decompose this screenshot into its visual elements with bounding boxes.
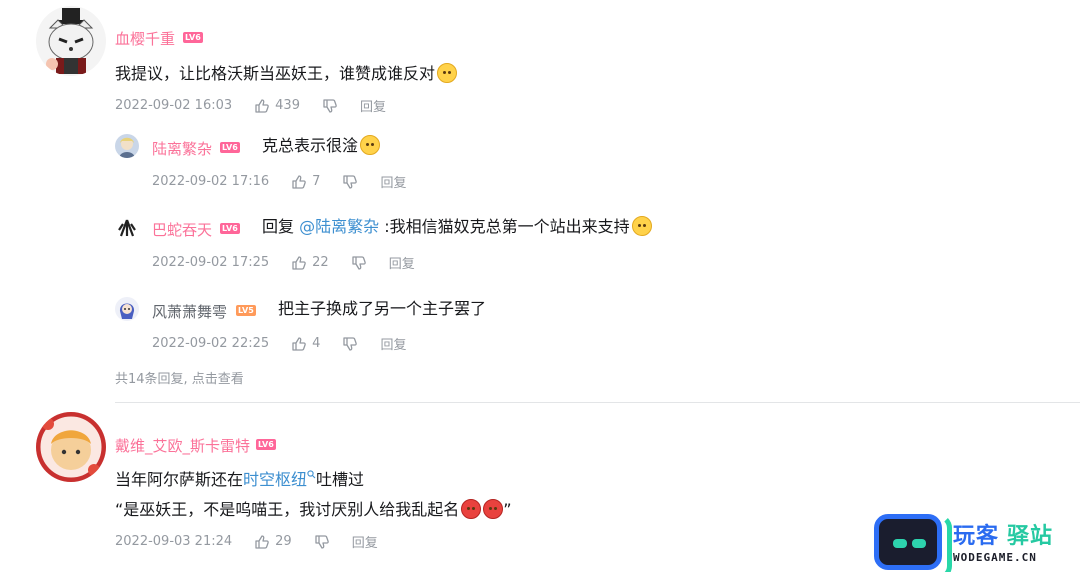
thumb-up-icon (292, 174, 306, 189)
anime-avatar-icon (115, 297, 139, 321)
reply-text: 回复 @陆离繁杂 :我相信猫奴克总第一个站出来支持 (262, 215, 652, 239)
comment-text: 当年阿尔萨斯还在时空枢纽 吐槽过 (115, 470, 365, 489)
thumb-up-icon (255, 98, 269, 113)
like-count: 29 (275, 534, 292, 549)
reply-username[interactable]: 巴蛇吞天 (152, 219, 212, 240)
reply-button[interactable]: 回复 (352, 532, 378, 551)
level-badge: LV6 (220, 142, 240, 153)
like-count: 4 (312, 336, 321, 351)
comment-divider (115, 402, 1080, 403)
comment-username[interactable]: 血樱千重 (115, 28, 175, 49)
user-avatar-icon (115, 134, 139, 158)
like-button[interactable]: 22 (291, 255, 329, 271)
like-button[interactable]: 4 (291, 336, 320, 352)
dislike-button[interactable] (351, 255, 367, 271)
level-badge: LV6 (183, 32, 203, 43)
reply-text: 把主子换成了另一个主子罢了 (278, 299, 487, 318)
reply-meta: 2022-09-02 17:25 22 回复 (152, 253, 415, 272)
comment-item: 血樱千重 LV6 我提议，让比格沃斯当巫妖王，谁赞成谁反对 2022-09-02… (0, 0, 1080, 400)
site-watermark: 玩客 驿站 WODEGAME.CN (874, 514, 1080, 572)
snake-avatar-icon (115, 216, 139, 240)
comment-meta: 2022-09-03 21:24 29 回复 (115, 532, 378, 551)
reply-username[interactable]: 陆离繁杂 (152, 138, 212, 159)
decorated-avatar-icon (36, 412, 106, 482)
reply-date: 2022-09-02 17:16 (152, 174, 270, 189)
thumb-down-icon (343, 174, 358, 189)
mention-link[interactable]: @陆离繁杂 (299, 217, 379, 236)
thumb-down-icon (315, 534, 329, 549)
reply-avatar[interactable] (115, 216, 139, 240)
thumb-up-icon (255, 534, 269, 549)
dislike-button[interactable] (342, 174, 358, 190)
cat-emoji-icon (437, 63, 458, 83)
comment-username[interactable]: 戴维_艾欧_斯卡雷特 (115, 435, 250, 456)
comment-meta: 2022-09-02 16:03 439 回复 (115, 96, 386, 115)
reply-date: 2022-09-02 17:25 (152, 255, 270, 270)
angry-emoji-icon (483, 499, 504, 519)
angry-emoji-icon (461, 499, 482, 519)
logo-eye-icon (893, 539, 907, 548)
comment-text-line2: “是巫妖王，不是呜喵王，我讨厌别人给我乱起名” (115, 499, 512, 519)
thumb-up-icon (292, 255, 306, 270)
reply-avatar[interactable] (115, 297, 139, 321)
reply-text: 克总表示很淦 (262, 134, 381, 158)
comment-date: 2022-09-02 16:03 (115, 98, 233, 113)
topic-link[interactable]: 时空枢纽 (243, 470, 307, 489)
brand-logo-icon (874, 514, 952, 572)
comment-date: 2022-09-03 21:24 (115, 534, 233, 549)
thumb-up-icon (292, 336, 306, 351)
reply-button[interactable]: 回复 (389, 253, 415, 272)
reply-button[interactable]: 回复 (380, 334, 406, 353)
like-count: 22 (312, 255, 329, 270)
logo-eye-icon (912, 539, 926, 548)
reply-date: 2022-09-02 22:25 (152, 336, 270, 351)
thumb-down-icon (352, 255, 366, 270)
user-avatar[interactable] (36, 412, 106, 482)
like-count: 7 (312, 174, 321, 189)
reply-meta: 2022-09-02 17:16 7 回复 (152, 172, 406, 191)
search-icon (307, 470, 316, 479)
like-button[interactable]: 7 (291, 174, 320, 190)
thumb-down-icon (323, 98, 337, 113)
user-avatar[interactable] (36, 6, 106, 76)
thumb-down-icon (343, 336, 358, 351)
dislike-button[interactable] (314, 534, 330, 550)
level-badge: LV5 (236, 305, 256, 316)
brand-name: 玩客 驿站 (953, 524, 1054, 549)
dislike-button[interactable] (322, 98, 338, 114)
level-badge: LV6 (256, 439, 276, 450)
cat-avatar-icon (36, 6, 106, 76)
view-more-replies-link[interactable]: 共14条回复, 点击查看 (115, 368, 244, 387)
like-button[interactable]: 439 (254, 98, 300, 114)
crying-emoji-icon (360, 135, 381, 155)
reply-username[interactable]: 风萧萧舞雩 (152, 301, 227, 322)
reply-button[interactable]: 回复 (360, 96, 386, 115)
dislike-button[interactable] (342, 336, 358, 352)
reply-avatar[interactable] (115, 134, 139, 158)
reply-meta: 2022-09-02 22:25 4 回复 (152, 334, 406, 353)
like-button[interactable]: 29 (254, 534, 292, 550)
level-badge: LV6 (220, 223, 240, 234)
cat-emoji-icon (631, 216, 652, 236)
like-count: 439 (275, 98, 300, 113)
brand-url: WODEGAME.CN (953, 551, 1037, 564)
reply-button[interactable]: 回复 (380, 172, 406, 191)
comment-text: 我提议，让比格沃斯当巫妖王，谁赞成谁反对 (115, 62, 458, 86)
